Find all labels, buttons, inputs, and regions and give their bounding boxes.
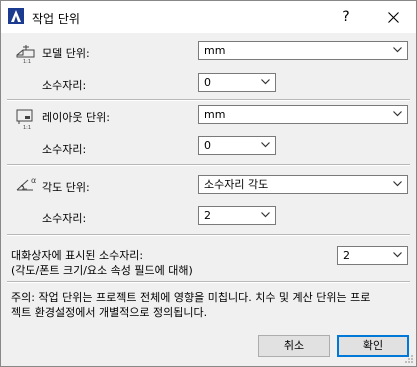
- archicad-app-icon: [8, 8, 24, 24]
- title-bar: 작업 단위 ?: [1, 1, 416, 33]
- model-units-value: mm: [204, 44, 226, 57]
- angle-units-select[interactable]: 소수자리 각도: [198, 175, 408, 194]
- chevron-down-icon: [261, 79, 270, 85]
- chevron-down-icon: [261, 142, 270, 148]
- close-icon: [387, 11, 399, 23]
- svg-text:1:1: 1:1: [23, 125, 31, 130]
- dialog-title: 작업 단위: [32, 12, 80, 26]
- separator: [7, 234, 410, 236]
- separator: [7, 281, 410, 283]
- separator: [7, 99, 410, 101]
- model-decimals-select[interactable]: 0: [198, 73, 276, 92]
- dialog-decimals-label: 대화상자에 표시된 소수자리:: [11, 249, 144, 262]
- layout-units-label: 레이아웃 단위:: [42, 111, 110, 124]
- svg-text:1:1: 1:1: [23, 59, 31, 64]
- model-units-icon: 1:1: [16, 45, 35, 64]
- model-units-select[interactable]: mm: [198, 41, 408, 60]
- layout-decimals-select[interactable]: 0: [198, 136, 276, 155]
- angle-decimals-select[interactable]: 2: [198, 206, 276, 225]
- dialog-decimals-value: 2: [343, 249, 350, 262]
- note-text: 주의: 작업 단위는 프로젝트 전체에 영향을 미칩니다. 치수 및 계산 단위…: [11, 290, 406, 320]
- chevron-down-icon: [393, 47, 402, 53]
- help-button[interactable]: ?: [323, 1, 369, 33]
- working-units-dialog: 작업 단위 ? 1:1 모델 단위: mm 소수자리: 0 1:1 레이아웃 단…: [0, 0, 417, 367]
- chevron-down-icon: [393, 111, 402, 117]
- note-line: 주의: 작업 단위는 프로젝트 전체에 영향을 미칩니다. 치수 및 계산 단위…: [11, 291, 371, 304]
- model-units-label: 모델 단위:: [42, 47, 90, 60]
- layout-units-icon: 1:1: [16, 109, 33, 130]
- model-decimals-value: 0: [204, 76, 211, 89]
- angle-units-value: 소수자리 각도: [204, 178, 269, 191]
- chevron-down-icon: [393, 252, 402, 258]
- chevron-down-icon: [261, 212, 270, 218]
- separator: [7, 164, 410, 166]
- angle-decimals-label: 소수자리:: [42, 212, 87, 225]
- layout-units-select[interactable]: mm: [198, 105, 408, 124]
- model-decimals-label: 소수자리:: [42, 79, 87, 92]
- angle-decimals-value: 2: [204, 209, 211, 222]
- close-button[interactable]: [370, 1, 416, 33]
- chevron-down-icon: [393, 181, 402, 187]
- cancel-button[interactable]: 취소: [258, 335, 330, 357]
- angle-units-icon: α: [16, 176, 36, 191]
- svg-text:α: α: [31, 176, 36, 185]
- angle-units-label: 각도 단위:: [42, 181, 90, 194]
- resize-grip-icon[interactable]: [404, 354, 414, 364]
- dialog-decimals-select[interactable]: 2: [337, 246, 408, 265]
- note-line: 젝트 환경설정에서 개별적으로 정의됩니다.: [11, 306, 208, 319]
- layout-decimals-label: 소수자리:: [42, 143, 87, 156]
- dialog-decimals-sublabel: (각도/폰트 크기/요소 속성 필드에 대해): [11, 264, 193, 277]
- layout-units-value: mm: [204, 108, 226, 121]
- ok-button[interactable]: 확인: [337, 335, 409, 357]
- layout-decimals-value: 0: [204, 139, 211, 152]
